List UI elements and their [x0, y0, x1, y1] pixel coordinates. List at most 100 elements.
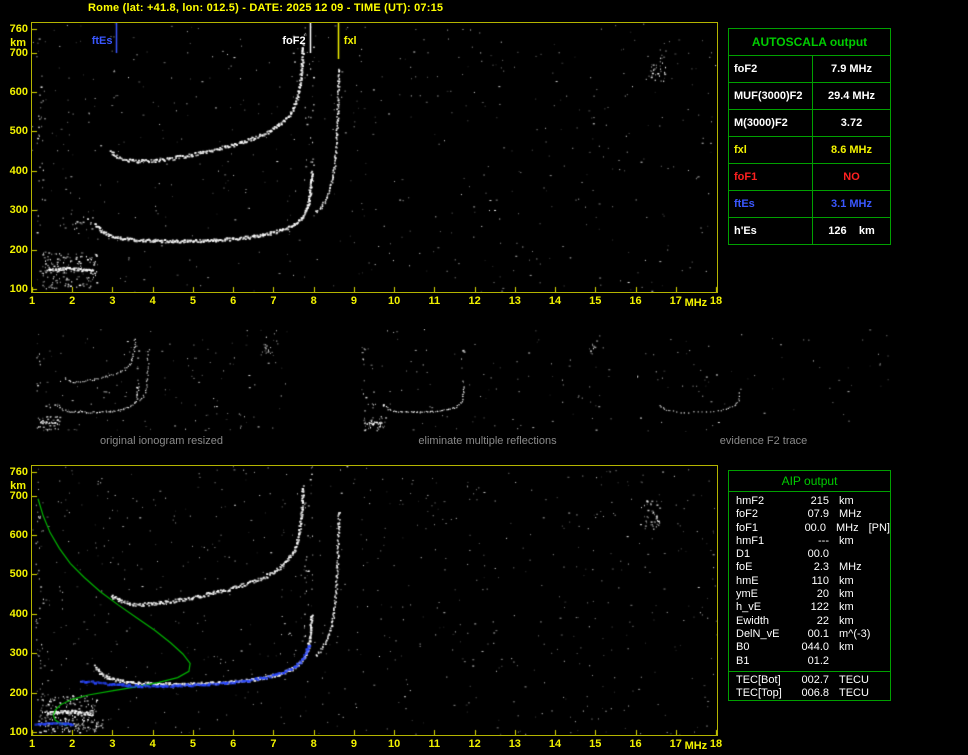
x-tick-label: 8 [310, 295, 317, 307]
y-axis-unit-label: km [10, 479, 26, 492]
aip-param-value: 110 [811, 574, 829, 587]
x-tick-label: 12 [468, 295, 481, 307]
x-tick-label: 9 [350, 295, 357, 307]
thumbnail-eliminate-multiples [361, 329, 614, 432]
aip-param-value: 20 [816, 588, 829, 601]
autoscala-row-label: M(3000)F2 [729, 110, 813, 136]
aip-param-unit: km [839, 601, 854, 614]
autoscala-row-label: foF2 [729, 56, 813, 82]
x-tick-label: 9 [350, 738, 357, 750]
aip-param-name: TEC[Top] [736, 687, 782, 700]
station-title: Rome (lat: +41.8, lon: 012.5) - DATE: 20… [88, 2, 444, 14]
aip-param-value: 006.8 [801, 687, 829, 700]
autoscala-row-value: 8.6 MHz [831, 144, 872, 156]
aip-row-foe: foE 2.3 MHz [729, 561, 890, 574]
autoscala-row-value: 126 km [828, 225, 875, 237]
aip-row-hmf2: hmF2 215 km [729, 495, 890, 508]
aip-param-unit: MHz [839, 561, 862, 574]
x-tick-label: 10 [387, 295, 401, 307]
aip-param-name: foF1 [736, 521, 759, 534]
autoscala-row-label: ftEs [729, 191, 813, 217]
aip-param-unit: km [839, 495, 854, 507]
x-tick-label: 16 [629, 738, 642, 750]
thumbnail-evidence-f2 [637, 329, 890, 432]
x-tick-label: 15 [589, 738, 602, 750]
autoscala-row-h-es: h'Es 126 km [729, 217, 890, 244]
x-tick-label: 4 [149, 738, 156, 750]
ionogram-top-panel [31, 22, 718, 293]
aip-row-ewidth: Ewidth 22 km [729, 615, 890, 628]
aip-table-rows: hmF2 215 km foF2 07.9 MHz foF1 00.0 MHz [PN] hmF1 -… [729, 495, 890, 700]
x-tick-label: 15 [589, 295, 602, 307]
aip-row-b0: B0 044.0 km [729, 641, 890, 654]
y-tick-label: 200 [9, 686, 28, 699]
aip-row-hmf1: hmF1 --- km [729, 535, 890, 548]
x-tick-label: 7 [270, 738, 277, 750]
ionogram-bottom-canvas [32, 466, 717, 735]
aip-param-unit: TECU [839, 673, 869, 686]
aip-param-value: 01.2 [807, 654, 829, 667]
x-tick-label: 18 [709, 738, 723, 750]
aip-param-unit: TECU [839, 687, 869, 700]
aip-row-yme: ymE 20 km [729, 588, 890, 601]
autoscala-row-fof2: foF2 7.9 MHz [729, 55, 890, 82]
aip-param-name: Ewidth [736, 614, 770, 627]
y-tick-label: 700 [9, 46, 28, 59]
y-tick-label: 500 [9, 125, 28, 138]
x-tick-label: 5 [189, 295, 196, 307]
aip-param-value: 00.0 [804, 521, 826, 534]
aip-row-b1: B1 01.2 [729, 655, 890, 668]
y-tick-label: 760 [9, 22, 28, 35]
autoscala-row-label: MUF(3000)F2 [729, 83, 813, 109]
x-tick-label: 12 [468, 738, 481, 750]
aip-param-value: 00.0 [807, 548, 829, 561]
thumbnail-caption-original: original ionogram resized [100, 435, 223, 447]
thumbnail-original-canvas [35, 329, 288, 432]
autoscala-row-label: h'Es [729, 218, 813, 244]
aip-param-name: B1 [736, 654, 750, 667]
aip-param-unit: km [839, 574, 854, 587]
ionogram-bottom-panel [31, 465, 718, 736]
aip-param-value: 122 [810, 601, 829, 614]
aip-output-table: AIP output hmF2 215 km foF2 07.9 MHz foF1 00.0 M… [728, 470, 891, 701]
y-tick-label: 100 [9, 283, 28, 296]
aip-param-name: TEC[Bot] [736, 673, 781, 686]
x-tick-label: 13 [508, 738, 521, 750]
y-tick-label: 760 [9, 465, 28, 478]
aip-param-unit: km [839, 534, 854, 547]
x-tick-label: 3 [109, 295, 116, 307]
x-tick-label: 2 [69, 295, 76, 307]
autoscala-row-label: foF1 [729, 164, 813, 190]
x-tick-label: 2 [69, 738, 76, 750]
autoscala-table-title: AUTOSCALA output [751, 35, 868, 49]
autoscala-row-m-3000-f2: M(3000)F2 3.72 [729, 109, 890, 136]
x-tick-label: 6 [230, 295, 237, 307]
x-tick-label: 14 [548, 738, 562, 750]
y-tick-label: 600 [9, 85, 28, 98]
x-axis-unit-label: MHz [684, 740, 708, 752]
y-tick-label: 300 [9, 204, 28, 217]
x-tick-label: 5 [189, 738, 196, 750]
aip-row-deln-ve: DelN_vE 00.1 m^(-3) [729, 628, 890, 641]
aip-row-h-ve: h_vE 122 km [729, 601, 890, 614]
aip-param-value: 22 [816, 614, 829, 627]
y-tick-label: 200 [9, 243, 28, 256]
y-tick-label: 700 [9, 489, 28, 502]
autoscala-row-value: 3.72 [840, 117, 863, 129]
aip-param-value: 2.3 [813, 561, 829, 574]
y-tick-label: 600 [9, 528, 28, 541]
x-tick-label: 16 [629, 295, 642, 307]
x-tick-label: 11 [428, 295, 441, 307]
aip-row-fof2: foF2 07.9 MHz [729, 508, 890, 521]
thumbnail-evidence-canvas [637, 329, 890, 432]
aip-param-name: ymE [736, 588, 758, 601]
aip-row-d1: D1 00.0 [729, 548, 890, 561]
thumbnail-original-ionogram [35, 329, 288, 432]
aip-param-name: B0 [736, 641, 750, 654]
autoscala-row-muf-3000-f2: MUF(3000)F2 29.4 MHz [729, 82, 890, 109]
thumbnail-caption-eliminate: eliminate multiple reflections [418, 435, 557, 447]
y-axis-unit-label: km [10, 36, 26, 49]
aip-table-title: AIP output [729, 471, 890, 492]
autoscala-row-fof1: foF1 NO [729, 163, 890, 190]
aip-row-fof1: foF1 00.0 MHz [PN] [729, 522, 890, 535]
